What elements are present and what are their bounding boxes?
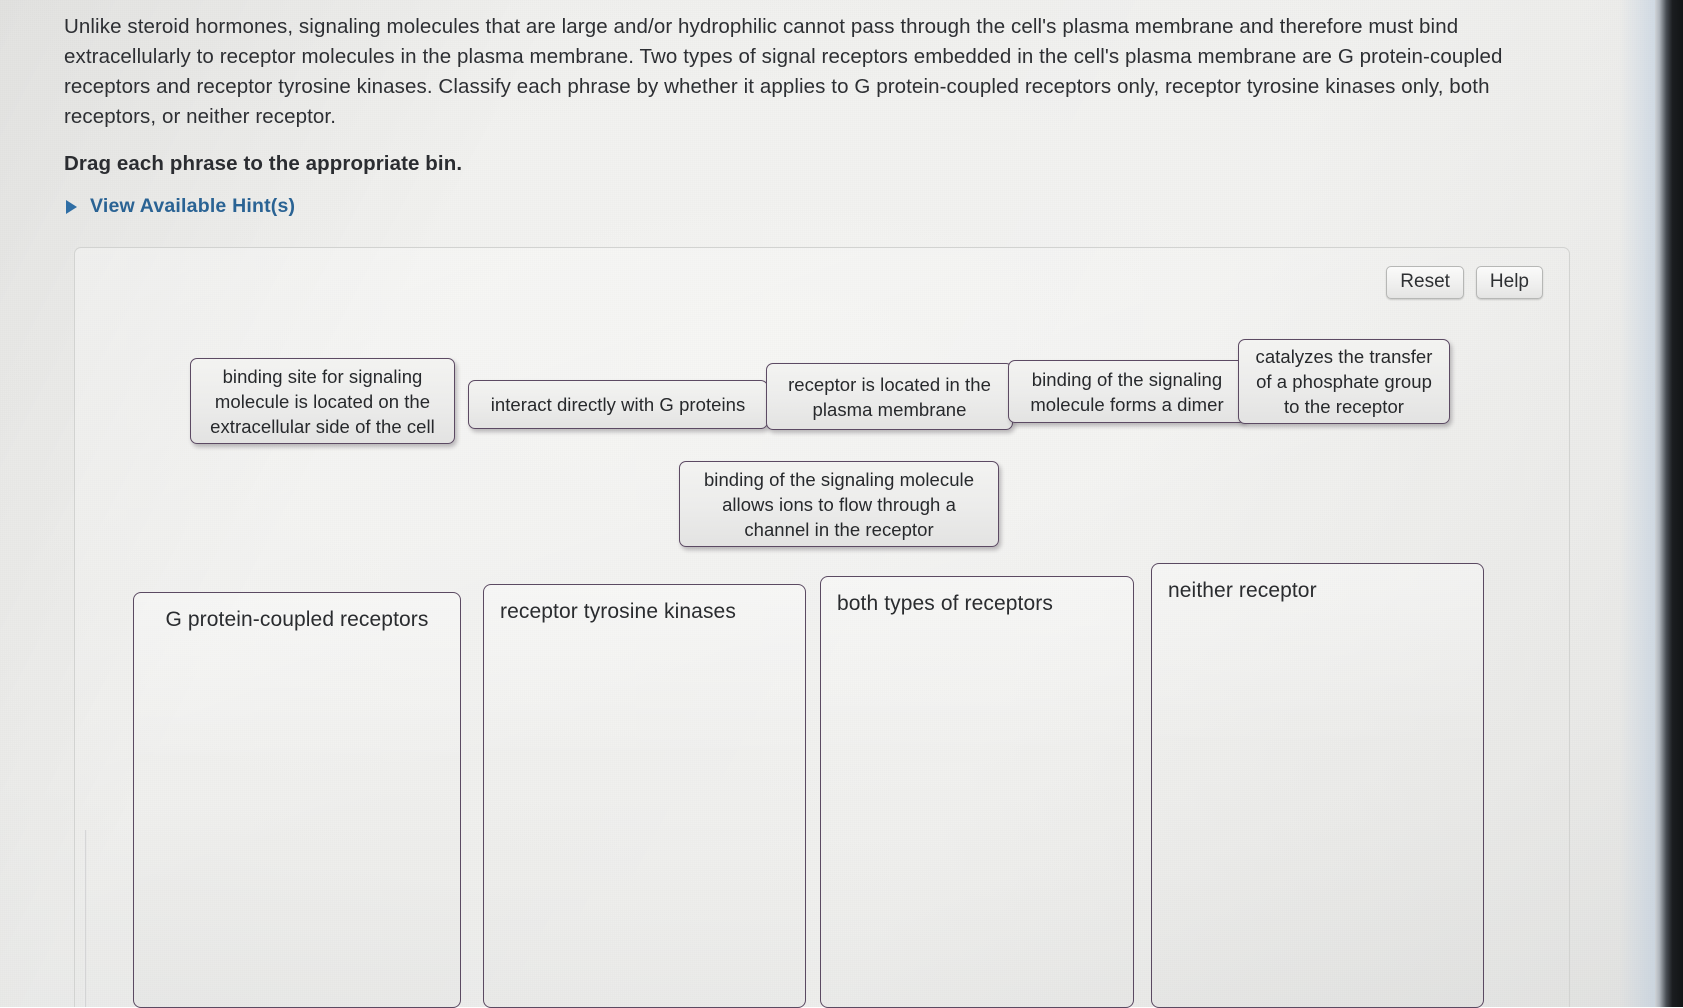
drop-bin-label: G protein-coupled receptors (165, 608, 429, 631)
phrase-tile[interactable]: binding of the signaling molecule allows… (679, 461, 999, 547)
question-instruction: Drag each phrase to the appropriate bin. (64, 152, 463, 175)
activity-panel: Reset Help binding site for signaling mo… (74, 247, 1570, 1008)
phrase-tile[interactable]: binding site for signaling molecule is l… (190, 358, 455, 444)
phrase-tile[interactable]: receptor is located in the plasma membra… (766, 363, 1013, 430)
monitor-bezel-glow (1619, 0, 1655, 1007)
drop-bin-receptor-tyrosine-kinases[interactable]: receptor tyrosine kinases (483, 584, 806, 1008)
drop-bin-label: both types of receptors (837, 592, 1053, 615)
screen-surface: Unlike steroid hormones, signaling molec… (0, 0, 1683, 1008)
phrase-tile[interactable]: catalyzes the transfer of a phosphate gr… (1238, 339, 1450, 424)
drop-bin-label: receptor tyrosine kinases (500, 600, 736, 623)
help-button[interactable]: Help (1475, 266, 1543, 299)
monitor-bezel-right (1655, 0, 1683, 1007)
activity-toolbar: Reset Help (1386, 266, 1543, 299)
drop-bin-label: neither receptor (1168, 579, 1317, 602)
view-hints-label: View Available Hint(s) (90, 195, 296, 217)
view-hints-toggle[interactable]: View Available Hint(s) (66, 195, 295, 218)
question-paragraph: Unlike steroid hormones, signaling molec… (64, 15, 1503, 128)
drop-bin-neither-receptor[interactable]: neither receptor (1151, 563, 1484, 1008)
drop-bin-g-protein-coupled-receptors[interactable]: G protein-coupled receptors (133, 592, 461, 1008)
phrase-tile[interactable]: interact directly with G proteins (468, 380, 768, 429)
reset-button[interactable]: Reset (1386, 266, 1464, 299)
triangle-right-icon (66, 199, 77, 214)
phrase-tile[interactable]: binding of the signaling molecule forms … (1008, 360, 1246, 423)
question-prose: Unlike steroid hormones, signaling molec… (64, 12, 1570, 176)
drop-bin-both-types-of-receptors[interactable]: both types of receptors (820, 576, 1134, 1008)
